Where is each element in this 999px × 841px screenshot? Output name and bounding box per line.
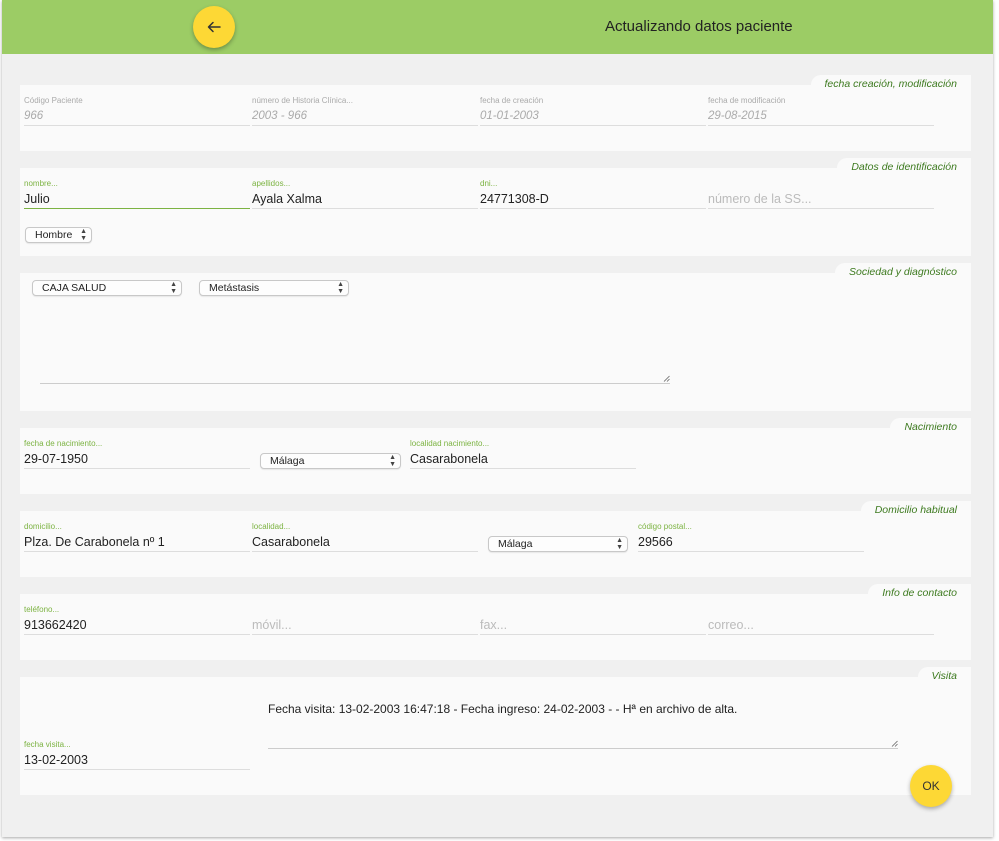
codigo-postal-label: código postal... [638,522,692,531]
ok-button[interactable]: OK [910,765,952,807]
select-arrows-icon: ▲ ▼ [389,454,396,468]
fecha-visita-label: fecha visita... [24,740,71,749]
fecha-modificacion-value: 29-08-2015 [708,107,934,126]
resize-grip-icon[interactable] [663,375,670,382]
localidad-label: localidad... [252,522,291,531]
localidad-nacimiento-input[interactable]: Casarabonela [410,450,636,469]
ss-field: número de la SS... [708,178,934,209]
telefono-input[interactable]: 913662420 [24,616,250,635]
fecha-nacimiento-field: fecha de nacimiento... 29-07-1950 [24,438,250,469]
provincia-domicilio-value: Málaga [498,538,533,550]
section-domicilio: Domicilio habitual domicilio... Plza. De… [20,501,971,577]
historia-clinica-label: número de Historia Clínica... [252,96,353,105]
select-arrows-icon: ▲ ▼ [80,228,87,242]
codigo-postal-input[interactable]: 29566 [638,533,864,552]
section-tag-sociedad: Sociedad y diagnóstico [835,263,971,280]
telefono-label: teléfono... [24,605,60,614]
localidad-nacimiento-label: localidad nacimiento... [410,439,490,448]
codigo-paciente-field: Código Paciente 966 [24,95,250,126]
fecha-modificacion-label: fecha de modificación [708,96,786,105]
back-button[interactable] [193,6,235,48]
dni-input[interactable]: 24771308-D [480,190,706,209]
nombre-label: nombre... [24,179,58,188]
historia-clinica-value: 2003 - 966 [252,107,478,126]
section-tag-visita: Visita [917,667,971,684]
sexo-select[interactable]: Hombre ▲ ▼ [25,227,92,243]
apellidos-label: apellidos... [252,179,291,188]
section-tag-contacto: Info de contacto [868,584,971,601]
correo-field: correo... [708,604,934,635]
fecha-creacion-label: fecha de creación [480,96,544,105]
telefono-field: teléfono... 913662420 [24,604,250,635]
sociedad-select[interactable]: CAJA SALUD ▲ ▼ [32,280,182,296]
fax-input[interactable]: fax... [480,616,706,635]
diagnostico-textarea[interactable] [40,303,670,384]
visita-textarea[interactable] [268,719,898,749]
fecha-creacion-field: fecha de creación 01-01-2003 [480,95,706,126]
top-bar: Actualizando datos paciente [2,0,993,54]
provincia-nacimiento-value: Málaga [270,455,305,467]
page-title: Actualizando datos paciente [605,18,793,35]
dni-label: dni... [480,179,498,188]
fecha-creacion-value: 01-01-2003 [480,107,706,126]
section-tag-fechas: fecha creación, modificación [810,75,971,92]
section-nacimiento: Nacimiento fecha de nacimiento... 29-07-… [20,418,971,494]
localidad-field: localidad... Casarabonela [252,521,478,552]
fecha-modificacion-field: fecha de modificación 29-08-2015 [708,95,934,126]
section-tag-identificacion: Datos de identificación [837,158,971,175]
sexo-select-value: Hombre [35,229,73,241]
fecha-nacimiento-label: fecha de nacimiento... [24,439,103,448]
provincia-domicilio-select[interactable]: Málaga ▲ ▼ [488,536,628,552]
resize-grip-icon[interactable] [891,740,898,747]
apellidos-input[interactable]: Ayala Xalma [252,190,478,209]
section-tag-domicilio: Domicilio habitual [860,501,971,518]
domicilio-input[interactable]: Plza. De Carabonela nº 1 [24,533,250,552]
fecha-visita-field: fecha visita... 13-02-2003 [24,739,250,770]
codigo-postal-field: código postal... 29566 [638,521,864,552]
localidad-nacimiento-field: localidad nacimiento... Casarabonela [410,438,636,469]
correo-input[interactable]: correo... [708,616,934,635]
section-visita: Visita Fecha visita: 13-02-2003 16:47:18… [20,667,971,795]
fecha-visita-input[interactable]: 13-02-2003 [24,751,250,770]
historia-clinica-field: número de Historia Clínica... 2003 - 966 [252,95,478,126]
dni-field: dni... 24771308-D [480,178,706,209]
movil-input[interactable]: móvil... [252,616,478,635]
visita-text: Fecha visita: 13-02-2003 16:47:18 - Fech… [268,702,738,716]
localidad-input[interactable]: Casarabonela [252,533,478,552]
sociedad-select-value: CAJA SALUD [42,282,107,294]
domicilio-label: domicilio... [24,522,62,531]
codigo-paciente-label: Código Paciente [24,96,83,105]
movil-field: móvil... [252,604,478,635]
nombre-field: nombre... Julio [24,178,250,209]
select-arrows-icon: ▲ ▼ [337,281,344,295]
section-contacto: Info de contacto teléfono... 913662420 m… [20,584,971,660]
fecha-nacimiento-input[interactable]: 29-07-1950 [24,450,250,469]
fax-field: fax... [480,604,706,635]
app-frame: Actualizando datos paciente fecha creaci… [2,0,993,837]
nombre-input[interactable]: Julio [24,190,250,209]
provincia-nacimiento-select[interactable]: Málaga ▲ ▼ [260,453,401,469]
domicilio-field: domicilio... Plza. De Carabonela nº 1 [24,521,250,552]
diagnostico-select[interactable]: Metástasis ▲ ▼ [199,280,349,296]
codigo-paciente-value: 966 [24,107,250,126]
section-identificacion: Datos de identificación nombre... Julio … [20,158,971,256]
ss-input[interactable]: número de la SS... [708,190,934,209]
diagnostico-select-value: Metástasis [209,282,260,294]
section-tag-nacimiento: Nacimiento [890,418,971,435]
section-sociedad: Sociedad y diagnóstico CAJA SALUD ▲ ▼ Met… [20,263,971,411]
select-arrows-icon: ▲ ▼ [616,537,623,551]
section-fechas: fecha creación, modificación Código Paci… [20,75,971,151]
apellidos-field: apellidos... Ayala Xalma [252,178,478,209]
select-arrows-icon: ▲ ▼ [170,281,177,295]
arrow-left-icon [207,21,221,33]
